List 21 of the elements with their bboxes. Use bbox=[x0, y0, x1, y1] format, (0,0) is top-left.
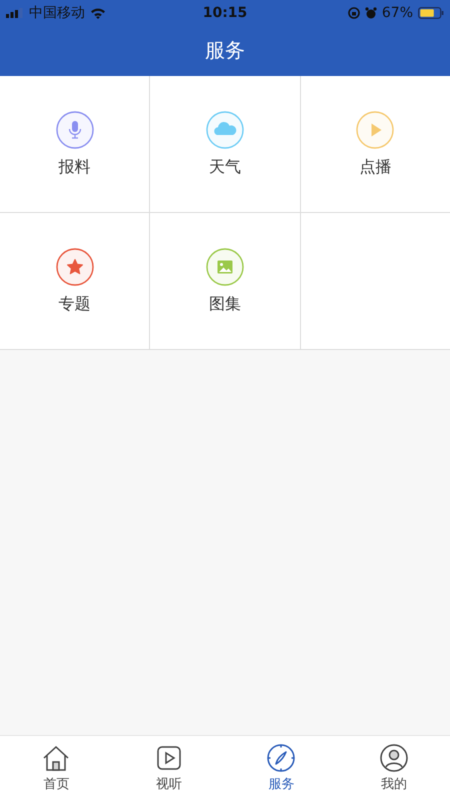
compass-icon bbox=[266, 743, 296, 773]
signal-icon bbox=[6, 8, 24, 18]
service-item[interactable]: 点播 bbox=[300, 76, 450, 212]
service-item[interactable]: 图集 bbox=[150, 213, 300, 349]
page-title: 服务 bbox=[205, 37, 245, 64]
rotation-lock-icon bbox=[348, 6, 360, 18]
tab[interactable]: 视听 bbox=[112, 736, 225, 800]
service-item[interactable]: 报料 bbox=[0, 76, 150, 212]
home-icon bbox=[41, 743, 72, 773]
user-icon bbox=[378, 743, 409, 773]
service-item[interactable]: 天气 bbox=[150, 76, 300, 212]
tab[interactable]: 首页 bbox=[0, 736, 112, 800]
battery-icon bbox=[418, 6, 444, 18]
alarm-icon bbox=[364, 6, 377, 18]
clock-time: 10:15 bbox=[202, 4, 248, 20]
tab[interactable]: 服务 bbox=[225, 736, 338, 800]
service-item[interactable]: 专题 bbox=[0, 213, 150, 349]
battery-percent: 67% bbox=[382, 4, 413, 20]
wifi-icon bbox=[90, 6, 106, 18]
tab[interactable]: 我的 bbox=[338, 736, 450, 800]
carrier-name: 中国移动 bbox=[29, 4, 85, 22]
